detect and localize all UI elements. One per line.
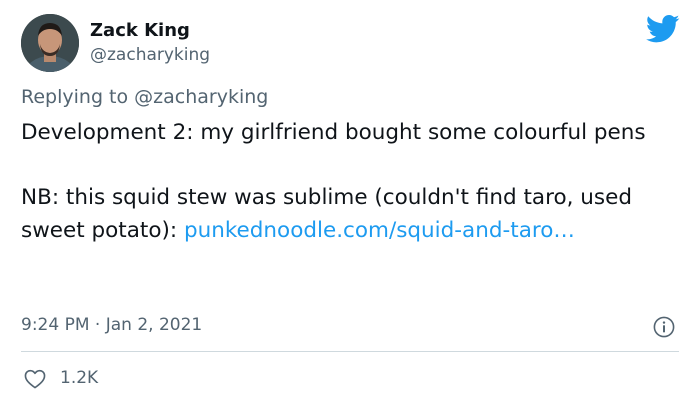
divider (21, 351, 679, 352)
tweet-paragraph-2: NB: this squid stew was sublime (couldn'… (21, 182, 681, 247)
reply-mention-link[interactable]: @zacharyking (134, 86, 268, 108)
tweet-paragraph-1: Development 2: my girlfriend bought some… (21, 120, 646, 145)
heart-icon[interactable] (24, 369, 46, 389)
like-count: 1.2K (60, 368, 99, 388)
tweet-text: Development 2: my girlfriend bought some… (21, 117, 681, 247)
replying-to-label: Replying to (21, 86, 135, 108)
info-icon[interactable] (653, 316, 675, 338)
tweet-link[interactable]: punkednoodle.com/squid-and-taro… (184, 218, 575, 243)
replying-to: Replying to @zacharyking (21, 86, 268, 108)
author-handle[interactable]: @zacharyking (90, 45, 210, 65)
display-name[interactable]: Zack King (90, 20, 190, 41)
tweet-card: Zack King @zacharyking Replying to @zach… (0, 0, 700, 406)
avatar-photo (21, 14, 79, 72)
twitter-bird-icon[interactable] (646, 14, 680, 44)
avatar[interactable] (21, 14, 79, 72)
tweet-timestamp[interactable]: 9:24 PM · Jan 2, 2021 (21, 315, 202, 335)
